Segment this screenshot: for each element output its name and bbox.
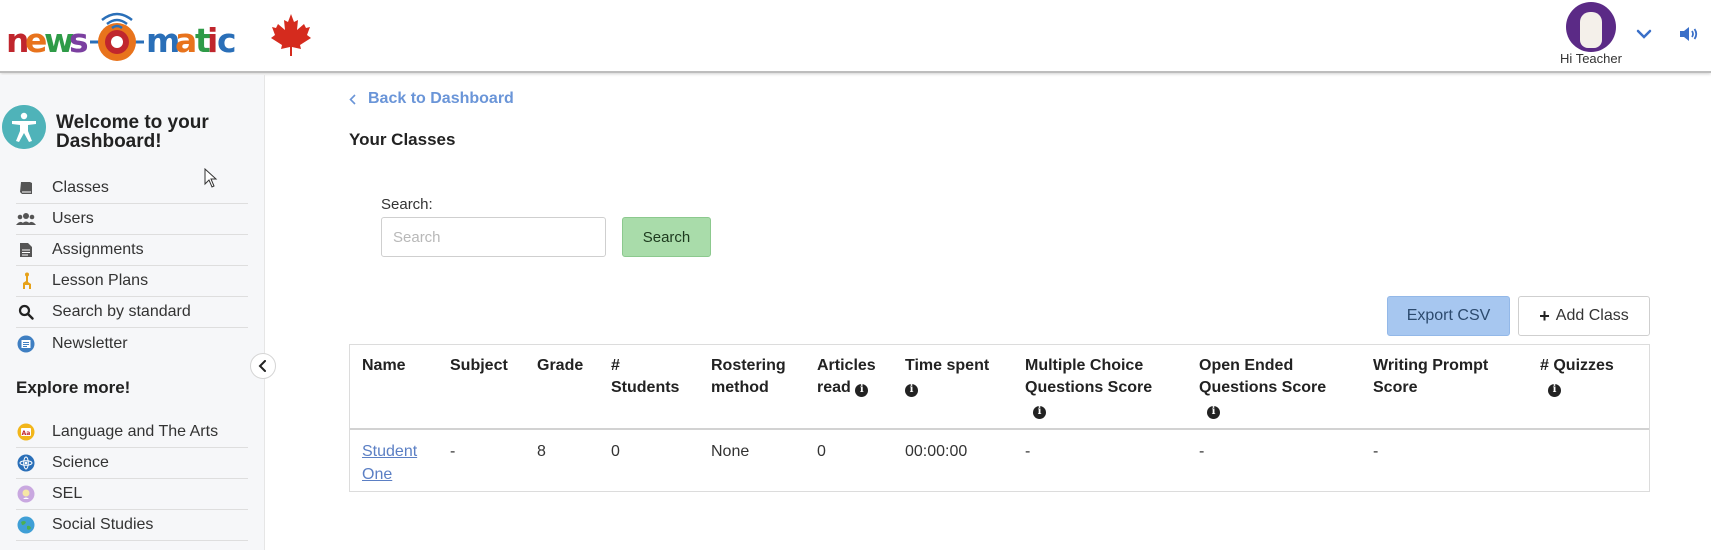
column-header-name[interactable]: Name [362,355,406,377]
sidebar-item-label: SEL [52,485,83,502]
sidebar-item-label: Newsletter [52,334,128,352]
cell-students: 0 [611,443,620,460]
sidebar-nav: Classes Users Assignments Lesson Plans S… [16,173,248,359]
page-title: Your Classes [349,130,456,149]
accessibility-icon[interactable] [2,105,46,149]
sidebar-item-label: Lesson Plans [52,272,149,289]
svg-text:c: c [217,21,237,60]
globe-icon [16,516,36,534]
info-icon[interactable]: i [855,383,869,397]
plus-icon: + [1539,305,1550,326]
svg-text:s: s [69,21,89,60]
sidebar-item-label: Classes [52,179,109,196]
users-icon [16,210,36,228]
info-icon[interactable]: i [1548,383,1561,397]
svg-text:Aa: Aa [22,430,31,437]
sidebar-item-label: Users [52,210,94,227]
giraffe-icon [16,272,36,290]
cell-grade: 8 [537,443,546,460]
search-button[interactable]: Search [622,217,711,257]
class-name-link[interactable]: Student One [362,440,417,486]
cell-articles: 0 [817,443,826,460]
sidebar-collapse-button[interactable] [250,353,276,379]
sidebar-item-language-arts[interactable]: Aa Language and The Arts [16,417,248,448]
newsletter-icon [16,335,36,353]
mouse-cursor-icon [204,168,218,188]
volume-icon[interactable] [1678,24,1700,44]
back-to-dashboard-link[interactable]: Back to Dashboard [349,90,514,108]
export-csv-button[interactable]: Export CSV [1387,296,1510,336]
cell-subject: - [450,443,456,460]
sidebar-item-newsletter[interactable]: Newsletter [16,328,248,359]
chevron-left-icon [258,360,266,372]
search-label: Search: [381,196,433,213]
column-header-quizzes[interactable]: # Quizzes i [1540,355,1614,399]
info-icon[interactable]: i [1033,405,1046,419]
sel-icon [16,485,36,503]
user-greeting: Hi Teacher [1560,51,1622,66]
arts-icon: Aa [16,423,36,441]
info-icon[interactable]: i [905,383,918,397]
column-header-articles[interactable]: Articles read i [817,355,876,399]
explore-heading: Explore more! [16,378,131,397]
column-header-rostering[interactable]: Rostering method [711,355,786,399]
cell-oeq: - [1199,443,1205,460]
avatar-face [1580,12,1602,48]
sidebar-item-science[interactable]: Science [16,448,248,479]
search-input[interactable] [381,217,606,257]
column-header-mcq[interactable]: Multiple Choice Questions Score i [1025,355,1152,421]
table-header: Name Subject Grade # Students Rostering me… [350,345,1649,430]
add-class-label: Add Class [1555,307,1629,324]
cell-rostering: None [711,443,750,460]
sidebar-item-label: Search by standard [52,303,191,320]
document-icon [16,241,36,259]
chevron-left-icon [349,93,356,105]
column-header-oeq[interactable]: Open Ended Questions Score i [1199,355,1326,421]
explore-nav: Aa Language and The Arts Science SEL Soc… [16,417,248,541]
logo-graphic: n e w s m a t i c [6,12,237,61]
sidebar-item-users[interactable]: Users [16,204,248,235]
column-header-grade[interactable]: Grade [537,355,583,377]
sidebar-item-sel[interactable]: SEL [16,479,248,510]
column-header-time[interactable]: Time spent i [905,355,989,399]
sidebar-item-social-studies[interactable]: Social Studies [16,510,248,541]
info-icon[interactable]: i [1207,405,1220,419]
avatar[interactable] [1566,2,1616,52]
science-icon [16,454,36,472]
sidebar-item-label: Language and The Arts [52,423,219,440]
cell-mcq: - [1025,443,1031,460]
user-menu[interactable]: Hi Teacher [1548,0,1711,70]
newsomatic-logo[interactable]: n e w s m a t i c [6,6,256,66]
top-header: n e w s m a t i c Hi Teacher [0,0,1711,73]
sidebar: Welcome to your Dashboard! Classes Users… [0,75,265,550]
back-link-label: Back to Dashboard [368,90,514,107]
classes-table: Name Subject Grade # Students Rostering me… [349,344,1650,492]
chevron-down-icon[interactable] [1634,26,1654,42]
sidebar-item-label: Social Studies [52,516,154,533]
sidebar-item-lesson-plans[interactable]: Lesson Plans [16,266,248,297]
search-icon [16,303,36,321]
book-icon [16,179,36,197]
sidebar-item-label: Science [52,454,109,471]
sidebar-item-search-by-standard[interactable]: Search by standard [16,297,248,328]
cell-time: 00:00:00 [905,443,968,460]
column-header-students[interactable]: # Students [611,355,679,399]
welcome-heading: Welcome to your Dashboard! [56,112,209,152]
column-header-writing-prompt[interactable]: Writing Prompt Score [1373,355,1488,399]
cell-writing-prompt: - [1373,443,1379,460]
sidebar-item-label: Assignments [52,241,144,258]
maple-leaf-icon [271,14,311,56]
column-header-subject[interactable]: Subject [450,355,508,377]
sidebar-item-assignments[interactable]: Assignments [16,235,248,266]
add-class-button[interactable]: + Add Class [1518,296,1650,336]
svg-text:a: a [175,21,197,60]
